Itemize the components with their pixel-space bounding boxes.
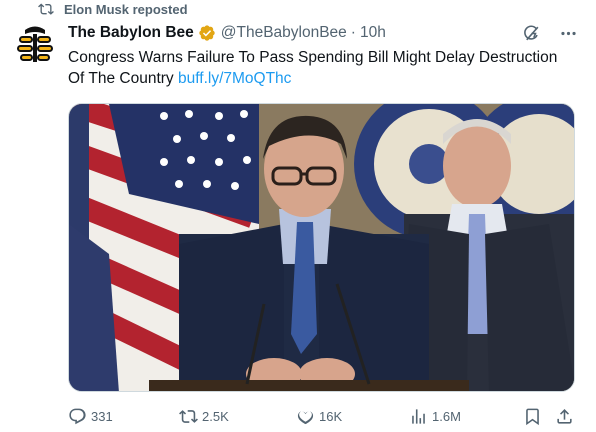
repost-action-icon bbox=[179, 409, 198, 423]
author-name[interactable]: The Babylon Bee bbox=[68, 24, 194, 42]
heart-icon bbox=[297, 410, 314, 424]
bookmark-button[interactable] bbox=[523, 404, 542, 428]
repost-icon bbox=[38, 3, 54, 15]
like-count: 16K bbox=[319, 408, 343, 424]
more-options-icon[interactable] bbox=[559, 24, 578, 43]
tweet-time[interactable]: 10h bbox=[360, 24, 386, 42]
tweet-actions: 331 2.5K 16K 1.6M bbox=[68, 404, 576, 428]
tweet-link[interactable]: buff.ly/7MoQThc bbox=[178, 70, 291, 87]
grok-icon[interactable] bbox=[522, 24, 541, 43]
repost-count: 2.5K bbox=[202, 408, 229, 424]
views-count: 1.6M bbox=[432, 408, 461, 424]
repost-indicator[interactable]: Elon Musk reposted bbox=[38, 1, 188, 17]
like-button[interactable]: 16K bbox=[296, 404, 342, 428]
author-handle[interactable]: @TheBabylonBee bbox=[221, 24, 347, 42]
author-avatar[interactable] bbox=[14, 23, 56, 65]
reply-button[interactable]: 331 bbox=[68, 404, 113, 428]
share-icon bbox=[557, 408, 572, 424]
press-conference-photo bbox=[69, 104, 574, 391]
views-button[interactable]: 1.6M bbox=[409, 404, 461, 428]
babylon-bee-logo bbox=[17, 26, 53, 62]
share-button[interactable] bbox=[555, 404, 574, 428]
tweet-top-actions bbox=[522, 24, 578, 43]
reply-icon bbox=[69, 408, 86, 424]
reply-count: 331 bbox=[91, 408, 113, 424]
repost-button[interactable]: 2.5K bbox=[179, 404, 229, 428]
bookmark-icon bbox=[526, 408, 539, 425]
tweet-text: Congress Warns Failure To Pass Spending … bbox=[68, 47, 568, 89]
views-icon bbox=[412, 408, 425, 424]
tweet-media[interactable] bbox=[68, 103, 575, 392]
verified-badge-icon[interactable] bbox=[198, 24, 216, 42]
separator-dot: · bbox=[350, 24, 356, 41]
tweet-header: The Babylon Bee @TheBabylonBee · 10h bbox=[68, 22, 386, 44]
repost-label: Elon Musk reposted bbox=[64, 1, 188, 17]
tweet-body: Congress Warns Failure To Pass Spending … bbox=[68, 49, 558, 87]
